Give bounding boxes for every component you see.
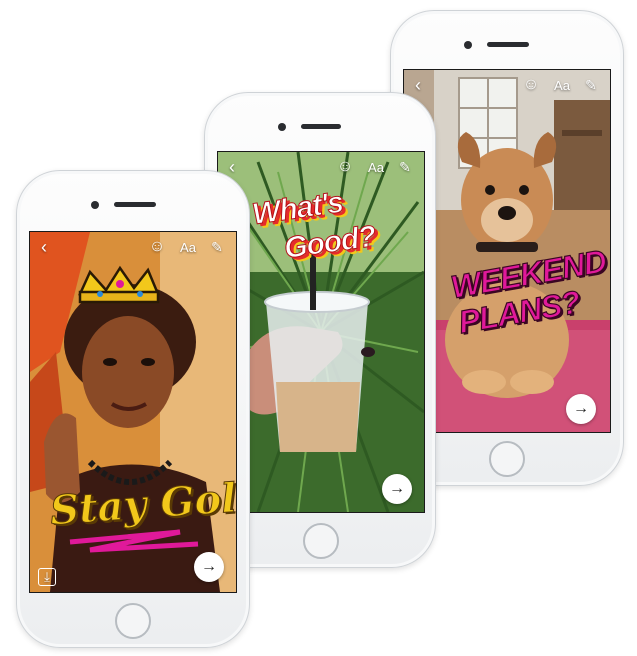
save-download-icon[interactable]: ⤓ bbox=[38, 568, 56, 586]
send-arrow-button[interactable]: → bbox=[382, 474, 412, 504]
emoji-sticker-icon[interactable]: ☺ bbox=[336, 158, 354, 176]
speaker-grille bbox=[301, 124, 341, 129]
back-button[interactable]: ‹ bbox=[224, 157, 240, 177]
text-tool-button[interactable]: Aa bbox=[550, 76, 574, 94]
front-camera bbox=[91, 201, 99, 209]
phone-stay-gold: ‹ ☺ Aa ✎ Stay Gold ⤓ → bbox=[16, 170, 250, 648]
back-button[interactable]: ‹ bbox=[410, 75, 426, 95]
emoji-sticker-icon[interactable]: ☺ bbox=[522, 76, 540, 94]
emoji-sticker-icon[interactable]: ☺ bbox=[148, 238, 166, 256]
send-arrow-button[interactable]: → bbox=[194, 552, 224, 582]
draw-pen-icon[interactable]: ✎ bbox=[396, 158, 414, 176]
home-button bbox=[115, 603, 151, 639]
text-tool-button[interactable]: Aa bbox=[364, 158, 388, 176]
back-button[interactable]: ‹ bbox=[36, 237, 52, 257]
speaker-grille bbox=[487, 42, 529, 47]
send-arrow-button[interactable]: → bbox=[566, 394, 596, 424]
stay-gold-caption[interactable]: Stay Gold bbox=[48, 472, 236, 535]
story-screen: ‹ ☺ Aa ✎ Stay Gold ⤓ → bbox=[29, 231, 237, 593]
home-button bbox=[303, 523, 339, 559]
home-button bbox=[489, 441, 525, 477]
draw-pen-icon[interactable]: ✎ bbox=[208, 238, 226, 256]
draw-pen-icon[interactable]: ✎ bbox=[582, 76, 600, 94]
speaker-grille bbox=[114, 202, 156, 207]
front-camera bbox=[464, 41, 472, 49]
front-camera bbox=[278, 123, 286, 131]
text-tool-button[interactable]: Aa bbox=[176, 238, 200, 256]
selfie-photo bbox=[30, 232, 236, 592]
